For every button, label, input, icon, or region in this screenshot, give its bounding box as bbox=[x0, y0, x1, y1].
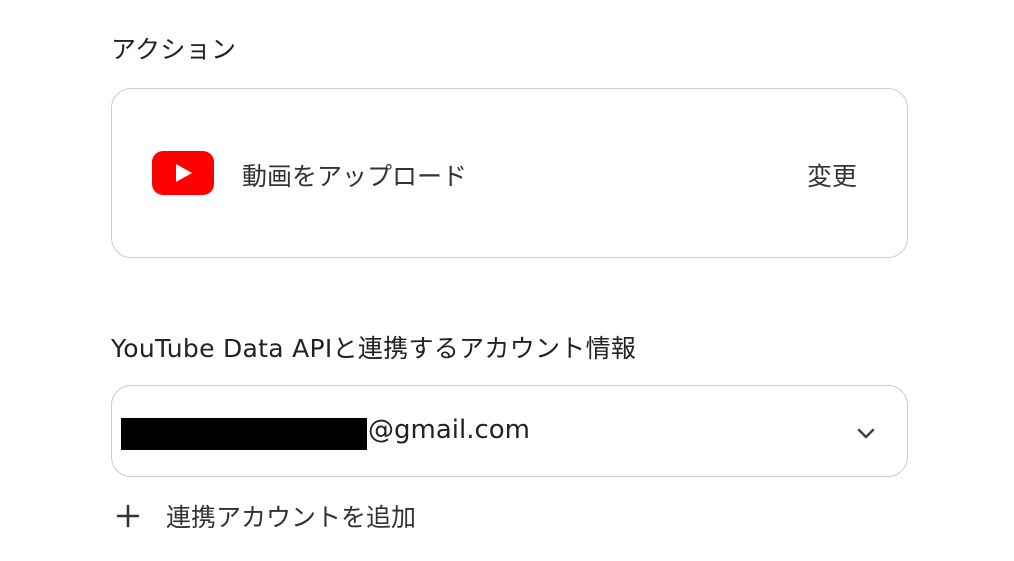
plus-icon bbox=[116, 504, 140, 528]
add-account-button[interactable]: 連携アカウントを追加 bbox=[116, 498, 416, 534]
email-domain-text: @gmail.com bbox=[368, 415, 531, 445]
change-action-button[interactable]: 変更 bbox=[807, 157, 857, 193]
account-select-dropdown[interactable]: @gmail.com bbox=[111, 385, 908, 477]
redacted-email-block bbox=[121, 418, 367, 450]
youtube-icon bbox=[152, 151, 214, 195]
chevron-down-icon[interactable] bbox=[855, 422, 877, 444]
account-section-label: YouTube Data APIと連携するアカウント情報 bbox=[111, 334, 637, 363]
action-card: 動画をアップロード 変更 bbox=[111, 88, 908, 258]
page: アクション 動画をアップロード 変更 YouTube Data APIと連携する… bbox=[0, 0, 1014, 561]
action-section-label: アクション bbox=[111, 35, 237, 64]
action-name: 動画をアップロード bbox=[242, 162, 468, 191]
add-account-label: 連携アカウントを追加 bbox=[166, 503, 417, 532]
